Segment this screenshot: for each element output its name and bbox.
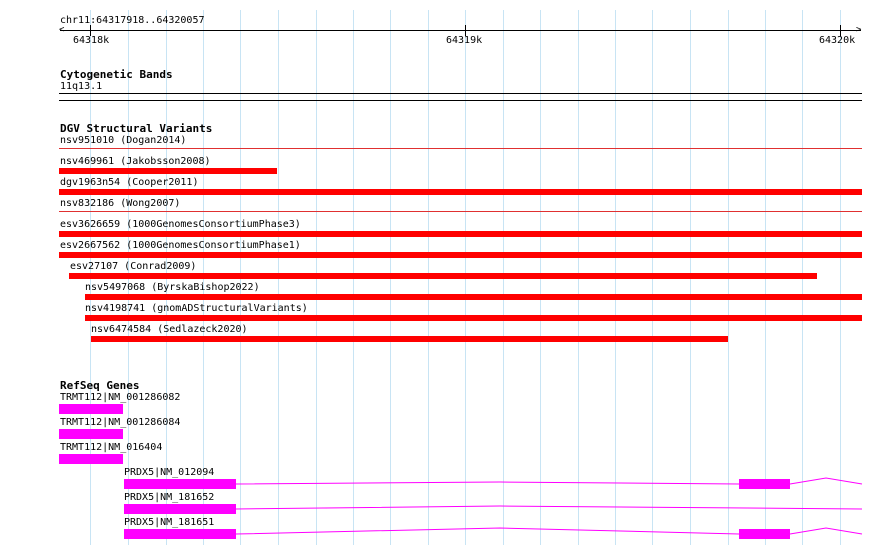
exon-block[interactable] xyxy=(124,479,236,489)
exon-block[interactable] xyxy=(124,529,236,539)
genome-browser-view[interactable]: chr11:64317918..64320057 < > 64318k 6431… xyxy=(0,0,890,545)
exon-block[interactable] xyxy=(124,504,236,514)
exon-block[interactable] xyxy=(739,529,790,539)
transcript-label: PRDX5|NM_181652 xyxy=(124,492,215,503)
intron-lines xyxy=(235,477,863,535)
transcript-label: PRDX5|NM_181651 xyxy=(124,517,215,528)
transcript-label: PRDX5|NM_012094 xyxy=(124,467,215,478)
exon-block[interactable] xyxy=(739,479,790,489)
